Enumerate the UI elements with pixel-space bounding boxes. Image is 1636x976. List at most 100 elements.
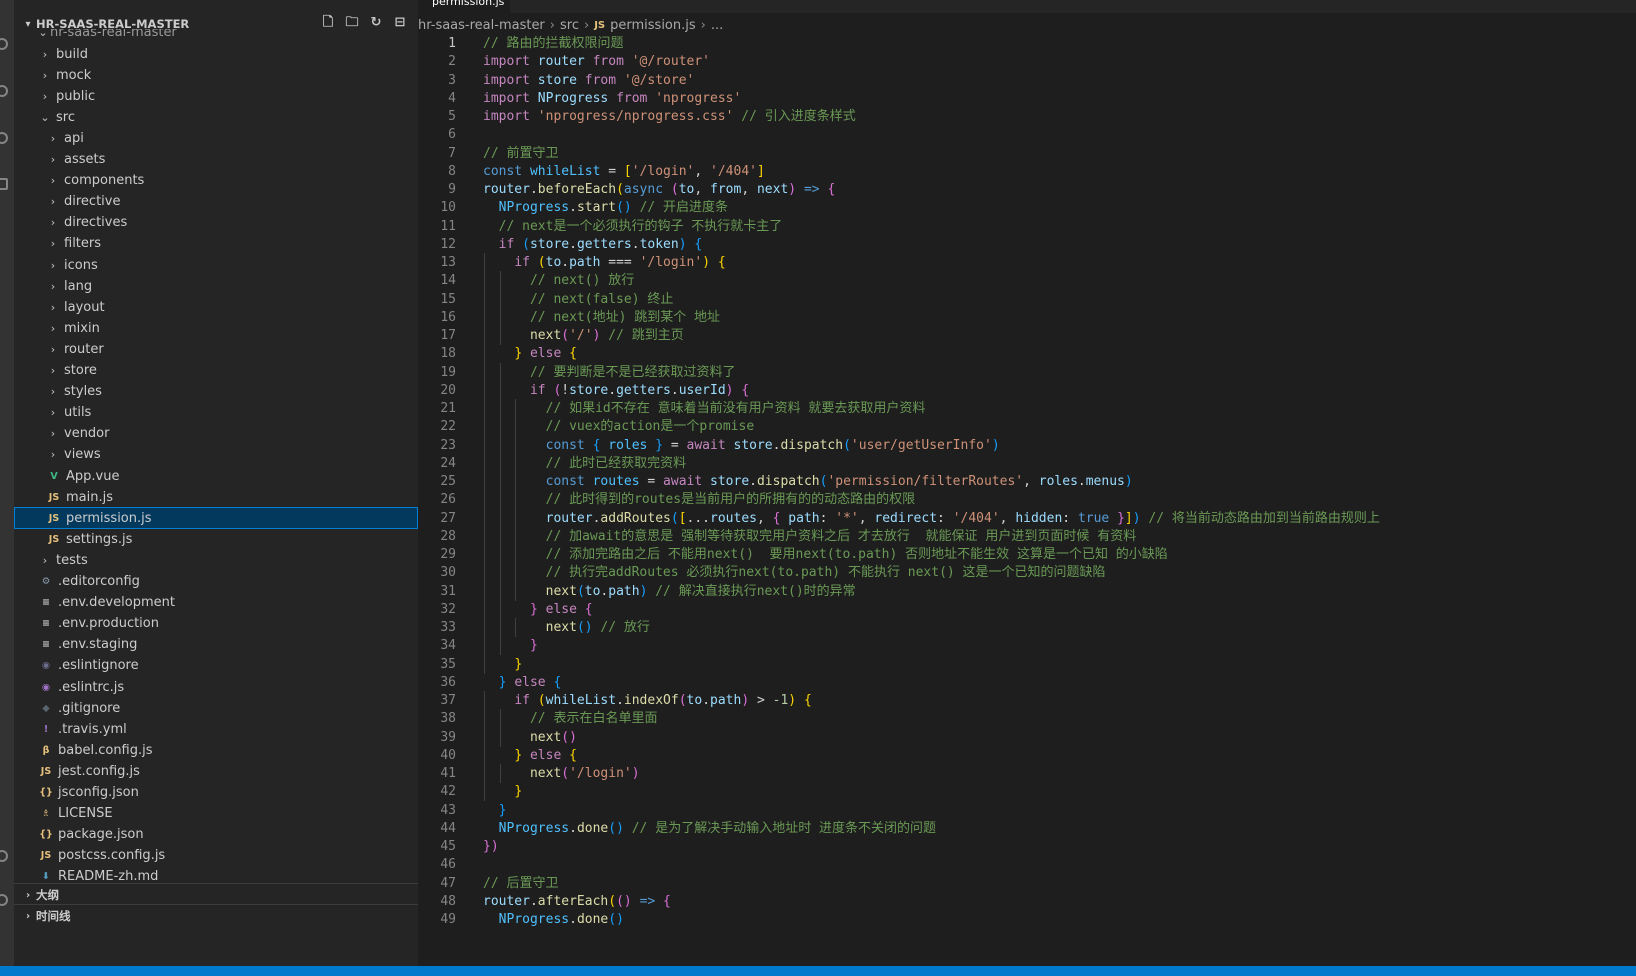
tree-item-travis-yml[interactable]: ! .travis.yml — [14, 718, 418, 740]
run-debug-icon[interactable] — [0, 132, 8, 144]
breadcrumb-trail[interactable]: ... — [711, 18, 723, 33]
tree-item-permission-js[interactable]: JS permission.js — [14, 507, 418, 530]
tree-item-gitignore[interactable]: ◆ .gitignore — [14, 697, 418, 719]
code-text: next('/login') — [483, 764, 640, 783]
chevron-right-icon: › — [50, 258, 56, 272]
tree-item-directive[interactable]: › directive — [14, 191, 418, 213]
code-text: // next() 放行 — [483, 271, 634, 290]
tree-item-utils[interactable]: › utils — [14, 402, 418, 424]
code-token: { — [694, 236, 703, 252]
tree-item-jest-config-js[interactable]: JS jest.config.js — [14, 760, 418, 782]
babel-icon: β — [42, 744, 50, 756]
code-token: ( — [843, 437, 851, 453]
code-token: '/' — [569, 328, 593, 343]
tree-item-env-production[interactable]: ≡ .env.production — [14, 613, 418, 635]
tree-item-env-staging[interactable]: ≡ .env.staging — [14, 634, 418, 656]
tree-item-filters[interactable]: › filters — [14, 233, 418, 255]
tree-item-label: postcss.config.js — [58, 848, 166, 864]
tree-item-lang[interactable]: › lang — [14, 275, 418, 297]
code-token: afterEach — [537, 893, 609, 909]
code-line: 25 const routes = await store.dispatch('… — [418, 472, 1636, 491]
code-token: } — [514, 346, 523, 362]
tree-item-label: permission.js — [66, 510, 152, 526]
tree-item-editorconfig[interactable]: ⚙ .editorconfig — [14, 571, 418, 593]
chevron-right-icon: › — [50, 195, 56, 209]
breadcrumb-folder[interactable]: src — [560, 18, 579, 33]
code-token: // next(false) 终止 — [529, 291, 674, 307]
tree-item-postcss-config-js[interactable]: JS postcss.config.js — [14, 845, 418, 867]
code-token: , — [694, 163, 711, 179]
tree-item-license[interactable]: ♗ LICENSE — [14, 803, 418, 825]
code-token: , — [756, 510, 773, 526]
tree-item-mock[interactable]: › mock — [14, 64, 418, 86]
breadcrumb-file[interactable]: permission.js — [610, 18, 696, 33]
code-token: store — [529, 236, 570, 252]
line-number: 27 — [440, 510, 456, 526]
code-token: [ — [678, 510, 687, 526]
code-token: 'permission/filterRoutes' — [827, 474, 1024, 489]
extensions-icon[interactable] — [0, 178, 8, 190]
outline-section[interactable]: › 大纲 — [14, 883, 418, 906]
tree-item-public[interactable]: › public — [14, 85, 418, 107]
tree-item-build[interactable]: › build — [14, 43, 418, 65]
code-token: next — [529, 328, 562, 343]
tree-item-api[interactable]: › api — [14, 127, 418, 149]
code-token: if — [514, 693, 530, 708]
tree-item-babel-config-js[interactable]: β babel.config.js — [14, 739, 418, 761]
chevron-right-icon: › — [50, 385, 56, 399]
code-token: () — [608, 912, 624, 927]
status-bar — [0, 966, 1636, 976]
tree-item-main-js[interactable]: JS main.js — [14, 486, 418, 508]
timeline-section[interactable]: › 时间线 — [14, 904, 418, 927]
tree-item-views[interactable]: › views — [14, 444, 418, 466]
code-line: 33 next() // 放行 — [418, 618, 1636, 637]
code-token: dispatch — [756, 474, 820, 489]
tree-item-src[interactable]: ⌄ src — [14, 106, 418, 128]
code-line: 5 import 'nprogress/nprogress.css' // 引入进… — [418, 107, 1636, 126]
tree-item-env-development[interactable]: ≡ .env.development — [14, 592, 418, 614]
chevron-down-icon: ⌄ — [40, 110, 50, 124]
tree-item-router[interactable]: › router — [14, 338, 418, 360]
tree-item-app-vue[interactable]: V App.vue — [14, 465, 418, 487]
code-token: async — [623, 182, 664, 197]
settings-gear-icon[interactable] — [0, 894, 8, 906]
account-icon[interactable] — [0, 850, 8, 862]
source-control-icon[interactable] — [0, 85, 8, 97]
search-icon[interactable] — [0, 38, 8, 50]
tree-item-store[interactable]: › store — [14, 360, 418, 382]
code-token: . — [608, 382, 617, 398]
tree-item-eslintignore[interactable]: ◉ .eslintignore — [14, 655, 418, 677]
code-token: -1 — [772, 693, 789, 708]
code-text: } else { — [483, 344, 577, 363]
tree-item-assets[interactable]: › assets — [14, 149, 418, 171]
code-token: next — [545, 583, 577, 599]
tree-item-jsconfig-json[interactable]: {} jsconfig.json — [14, 782, 418, 804]
breadcrumb-root[interactable]: hr-saas-real-master — [418, 18, 545, 33]
tree-item-icons[interactable]: › icons — [14, 254, 418, 276]
code-token: ( — [561, 328, 570, 343]
code-line: 22 // vuex的action是一个promise — [418, 417, 1636, 437]
code-token: userId — [678, 382, 726, 398]
line-number: 33 — [440, 620, 456, 635]
tree-item-directives[interactable]: › directives — [14, 212, 418, 234]
tree-item-tests[interactable]: › tests — [14, 549, 418, 571]
line-number: 39 — [440, 729, 456, 745]
tab-permission-js[interactable]: permission.js — [418, 0, 510, 13]
tree-item-styles[interactable]: › styles — [14, 381, 418, 403]
tree-item-eslintrc-js[interactable]: ◉ .eslintrc.js — [14, 676, 418, 698]
chevron-right-icon: › — [25, 910, 31, 922]
tree-root-folder[interactable]: ⌄ hr-saas-real-master — [14, 29, 418, 43]
tree-item-vendor[interactable]: › vendor — [14, 423, 418, 445]
tree-item-components[interactable]: › components — [14, 170, 418, 192]
code-token: . — [529, 893, 538, 909]
tree-item-package-json[interactable]: {} package.json — [14, 824, 418, 846]
tree-item-settings-js[interactable]: JS settings.js — [14, 528, 418, 550]
tree-item-label: mixin — [64, 320, 100, 336]
tree-item-layout[interactable]: › layout — [14, 296, 418, 318]
tree-item-mixin[interactable]: › mixin — [14, 317, 418, 339]
